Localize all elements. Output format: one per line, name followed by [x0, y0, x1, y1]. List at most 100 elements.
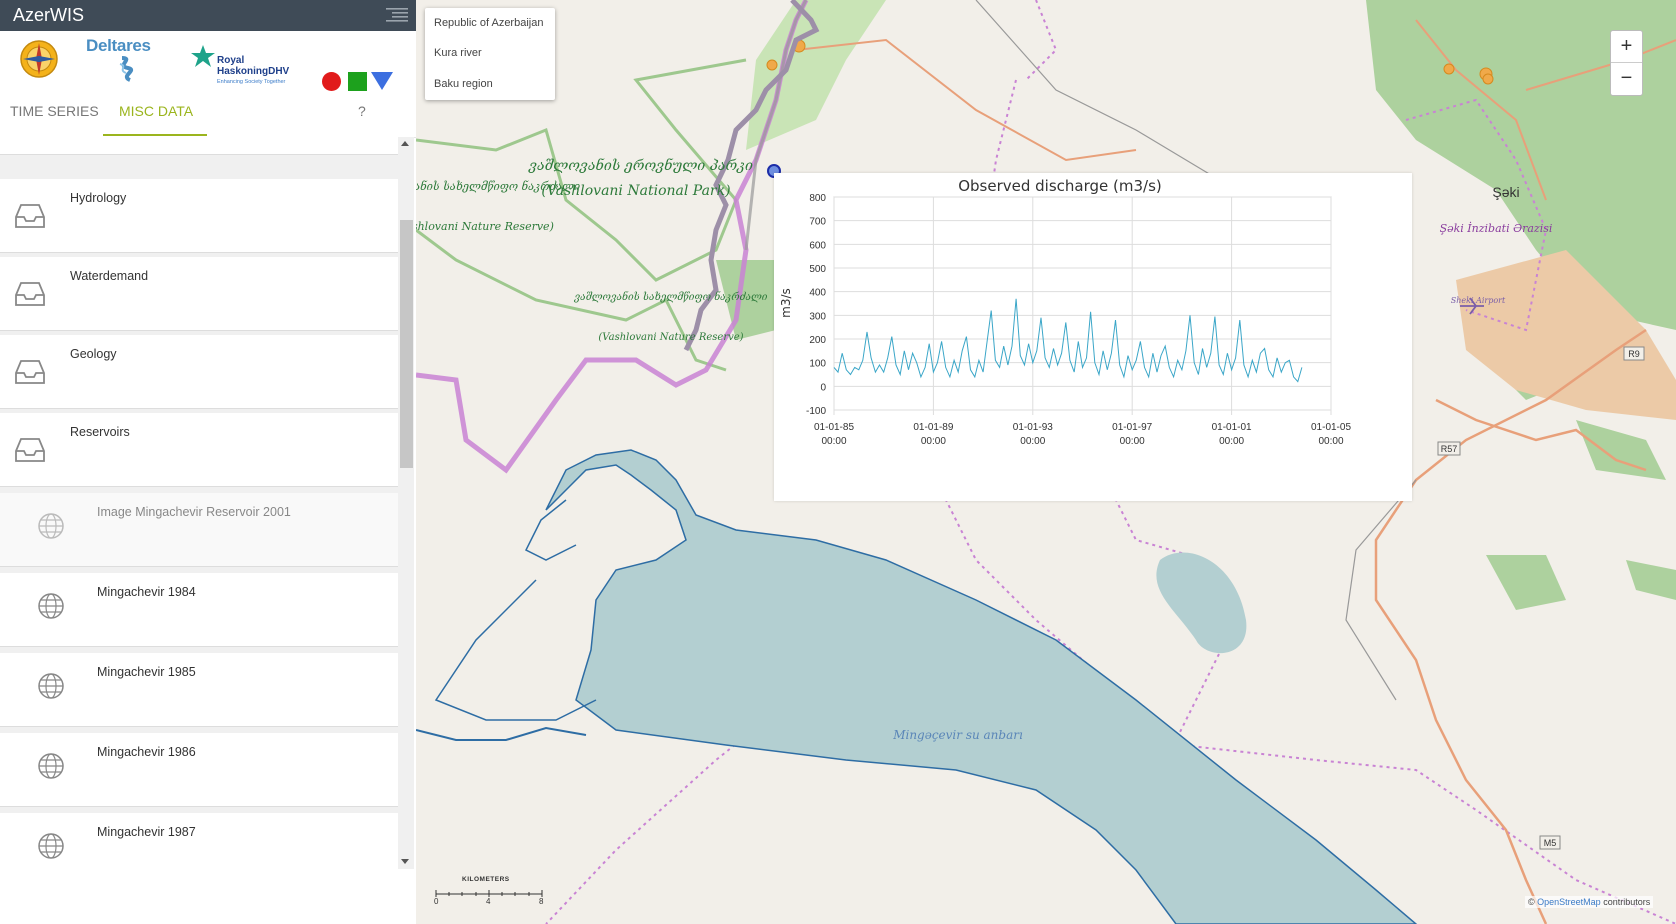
map-label-vashlovani-nr-en: (Vashlovani Nature Reserve) [416, 220, 554, 233]
road-shield-label: M5 [1544, 838, 1557, 848]
layer-item-mingachevir-1984[interactable]: Mingachevir 1984 [0, 573, 398, 647]
layer-item-mingachevir-1986[interactable]: Mingachevir 1986 [0, 733, 398, 807]
chart-x-tick-label: 01-01-93 [1013, 422, 1053, 433]
breadcrumb-item[interactable]: Republic of Azerbaijan [434, 17, 543, 29]
chart-y-tick-label: -100 [806, 406, 826, 417]
chart-x-tick-time: 00:00 [921, 436, 946, 447]
category-item-hydrology[interactable]: Hydrology [0, 179, 398, 253]
category-item-waterdemand[interactable]: Waterdemand [0, 257, 398, 331]
map-label-airport: Sheki Airport [1451, 296, 1506, 305]
breadcrumb-item[interactable]: Baku region [434, 78, 493, 90]
sidebar-tabs: TIME SERIES MISC DATA ? [0, 89, 416, 138]
deltares-wave-icon [119, 56, 134, 82]
chart-x-tick-time: 00:00 [821, 436, 846, 447]
rhdhv-tagline: Enhancing Society Together [217, 79, 286, 85]
help-button[interactable]: ? [358, 103, 366, 119]
tab-time-series[interactable]: TIME SERIES [10, 103, 99, 119]
scale-tick-label: 0 [434, 897, 439, 906]
map-label-city: Şəki [1492, 184, 1519, 200]
chart-y-tick-label: 700 [809, 217, 826, 228]
globe-icon [38, 833, 64, 859]
chart-y-tick-label: 800 [809, 193, 826, 204]
scale-tick-label: 4 [486, 897, 491, 906]
category-label: Hydrology [70, 191, 127, 205]
chart-y-tick-label: 100 [809, 359, 826, 370]
layer-label: Mingachevir 1985 [97, 665, 196, 679]
station-marker-icon [1482, 73, 1494, 85]
layer-label: Mingachevir 1986 [97, 745, 196, 759]
osm-attribution-link[interactable]: OpenStreetMap [1537, 897, 1601, 907]
discharge-chart: Observed discharge (m3/s) m3/s 800 700 600 50… [779, 177, 1351, 447]
blue-triangle-marker-icon[interactable] [371, 72, 393, 90]
tab-misc-data[interactable]: MISC DATA [119, 103, 193, 119]
chart-y-tick-label: 300 [809, 311, 826, 322]
attribution-suffix: contributors [1600, 897, 1651, 907]
map-label-vashlovani-nr: ვაშლოვანის სახელმწიფო ნაკრძალი [416, 180, 580, 193]
scroll-down-arrow-icon[interactable] [401, 859, 409, 864]
zoom-control: + − [1610, 30, 1643, 96]
logo-bar: Deltares Royal HaskoningDHV Enhancing So… [0, 31, 416, 91]
chart-x-tick-time: 00:00 [1120, 436, 1145, 447]
category-label: Reservoirs [70, 425, 130, 439]
globe-icon [38, 673, 64, 699]
map-label-vashlovani-nr2: ვაშლოვანის სახელმწიფო ნაკრძალი [574, 291, 768, 303]
region-breadcrumb: Republic of Azerbaijan Kura river Baku r… [425, 8, 555, 100]
chart-x-tick-label: 01-01-01 [1212, 422, 1252, 433]
inbox-tray-icon [15, 282, 45, 306]
chart-y-tick-label: 0 [820, 382, 826, 393]
chart-title: Observed discharge (m3/s) [958, 177, 1162, 195]
globe-icon [38, 513, 64, 539]
map-attribution: © OpenStreetMap contributors [1525, 896, 1654, 908]
globe-icon [38, 593, 64, 619]
station-marker-icon [766, 59, 778, 71]
chart-x-tick-time: 00:00 [1219, 436, 1244, 447]
app-titlebar: AzerWIS [0, 0, 416, 31]
scale-ruler [435, 890, 543, 897]
rhdhv-star-icon [191, 45, 215, 67]
category-item-reservoirs[interactable]: Reservoirs [0, 413, 398, 487]
app-title: AzerWIS [13, 5, 85, 25]
royal-haskoning-logo: Royal HaskoningDHV Enhancing Society Tog… [191, 43, 291, 87]
scroll-up-arrow-icon[interactable] [401, 141, 409, 146]
chart-x-tick-label: 01-01-05 [1311, 422, 1351, 433]
chart-x-tick-label: 01-01-85 [814, 422, 854, 433]
attribution-prefix: © [1528, 897, 1538, 907]
layer-label: Mingachevir 1984 [97, 585, 196, 599]
chart-y-tick-label: 400 [809, 288, 826, 299]
layer-item-mingachevir-1985[interactable]: Mingachevir 1985 [0, 653, 398, 727]
layer-item-mingachevir-1987[interactable]: Mingachevir 1987 [0, 813, 398, 869]
chart-y-tick-label: 600 [809, 240, 826, 251]
layer-label: Image Mingachevir Reservoir 2001 [97, 505, 291, 519]
road-shield-label: R9 [1628, 349, 1640, 359]
category-item-geology[interactable]: Geology [0, 335, 398, 409]
map-label-vashlovani-np: ვაშლოვანის ეროვნული პარკი [528, 156, 753, 174]
misc-data-list: Hydrology Waterdemand Geology Reservoirs [0, 137, 398, 869]
scale-tick-label: 8 [539, 897, 544, 906]
category-label: Geology [70, 347, 117, 361]
chart-y-tick-label: 200 [809, 335, 826, 346]
menu-icon[interactable] [386, 7, 408, 23]
active-tab-indicator [103, 134, 207, 136]
zoom-out-button[interactable]: − [1611, 63, 1642, 94]
layer-label: Mingachevir 1987 [97, 825, 196, 839]
zoom-in-button[interactable]: + [1611, 31, 1642, 63]
road-shield-label: R57 [1441, 444, 1458, 454]
list-scrollbar[interactable] [398, 137, 414, 869]
chart-plot-area [833, 196, 1332, 411]
inbox-tray-icon [15, 204, 45, 228]
chart-y-axis-label: m3/s [779, 288, 793, 318]
deltares-logo: Deltares [86, 36, 162, 87]
list-item[interactable] [0, 137, 398, 155]
deltares-logo-text: Deltares [86, 36, 151, 55]
breadcrumb-item[interactable]: Kura river [434, 47, 482, 59]
map-label-reservoir: Mingəçevir su anbarı [892, 728, 1023, 742]
chart-x-tick-time: 00:00 [1318, 436, 1343, 447]
discharge-chart-popup: Observed discharge (m3/s) m3/s 800 700 600 50… [774, 173, 1412, 501]
scrollbar-thumb[interactable] [400, 220, 413, 468]
chart-x-tick-label: 01-01-89 [913, 422, 953, 433]
globe-icon [38, 753, 64, 779]
map-scale-bar: KILOMETERS 0 4 8 [434, 876, 564, 910]
rhdhv-logo-text: Royal HaskoningDHV [217, 55, 290, 77]
layer-item-image-mingachevir-2001[interactable]: Image Mingachevir Reservoir 2001 [0, 493, 398, 567]
station-marker-icon [1443, 63, 1455, 75]
